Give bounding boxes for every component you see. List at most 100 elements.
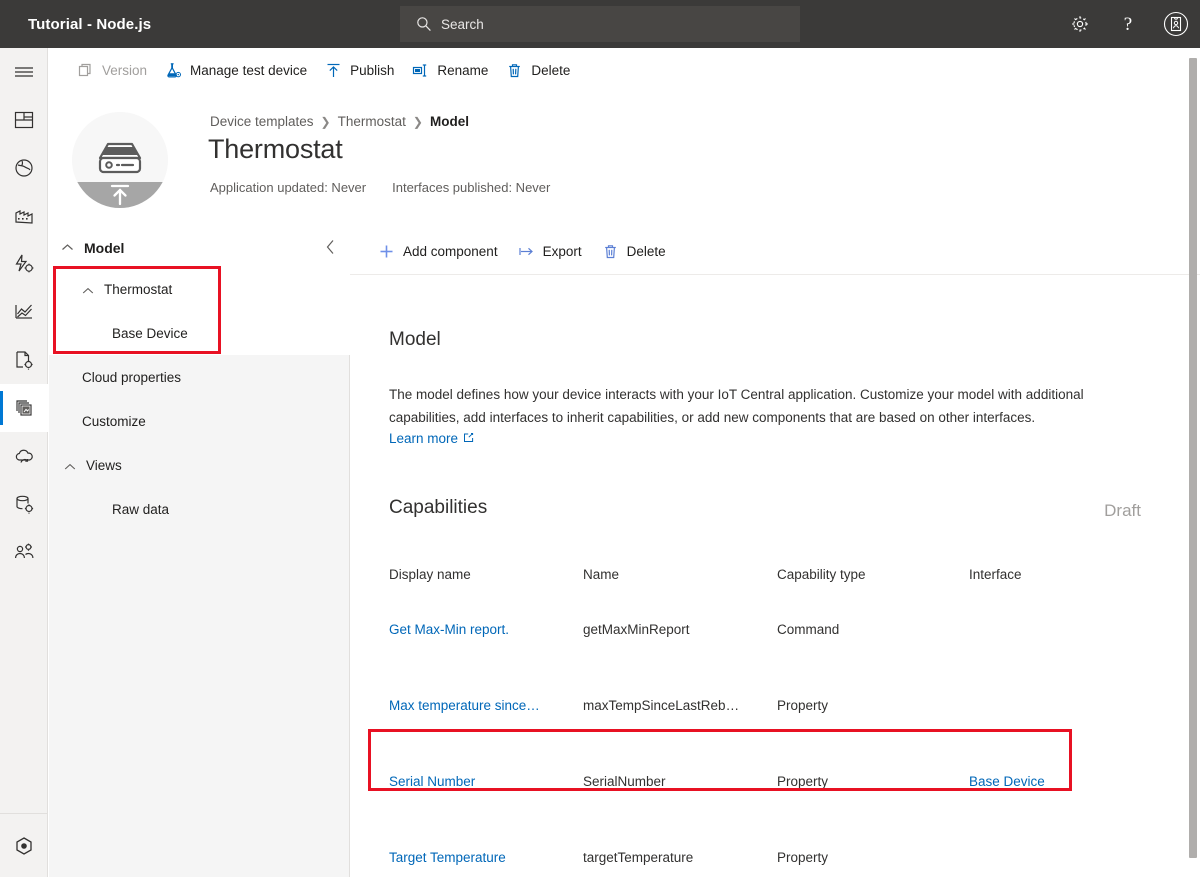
tree-node-label: Cloud properties [82,370,181,385]
chevron-up-icon[interactable] [82,283,94,295]
help-question-icon[interactable]: ? [1104,0,1152,48]
scrollbar-thumb[interactable] [1189,58,1197,858]
device-groups-icon [13,205,35,227]
table-row[interactable]: Max temperature since… maxTempSinceLastR… [389,667,1159,743]
learn-more-label: Learn more [389,431,458,446]
app-title: Tutorial - Node.js [28,16,151,33]
manage-test-device-button[interactable]: Manage test device [165,48,307,92]
rules-icon [13,253,35,275]
content-command-bar: Add component Export Delete [350,228,1200,275]
version-button[interactable]: Version [77,48,147,92]
delete-button[interactable]: Delete [506,48,570,92]
cell-interface[interactable]: Base Device [969,774,1149,789]
sidebar-item-analytics[interactable] [0,288,48,336]
cell-display-name[interactable]: Max temperature since… [389,698,583,713]
search-input[interactable]: Search [400,6,800,42]
sidebar-item-dashboard[interactable] [0,96,48,144]
breadcrumb-item-model[interactable]: Model [430,114,469,129]
rename-button[interactable]: Rename [412,48,488,92]
meta-interfaces-published: Interfaces published: Never [392,180,550,195]
data-icon [13,493,35,515]
sidebar-item-jobs[interactable] [0,336,48,384]
sidebar-item-device-templates[interactable] [0,384,48,432]
sidebar-item-data-export[interactable] [0,432,48,480]
export-button[interactable]: Export [518,228,582,275]
breadcrumb-chevron-icon: ❯ [321,115,331,129]
chevron-up-icon[interactable] [64,459,76,471]
table-header-row: Display name Name Capability type Interf… [389,557,1159,591]
version-label: Version [102,63,147,78]
help-glyph: ? [1124,15,1132,34]
chevron-left-icon[interactable] [326,239,336,260]
search-placeholder-text: Search [441,17,484,32]
tree-node-views[interactable]: Views [49,443,350,487]
cell-display-name[interactable]: Target Temperature [389,850,583,865]
breadcrumb-item-thermostat[interactable]: Thermostat [338,114,406,129]
page-meta: Application updated: Never Interfaces pu… [210,180,550,195]
settings-gear-icon[interactable] [1056,0,1104,48]
flask-icon [165,62,182,79]
app-cube-icon[interactable] [0,813,48,877]
account-badge-icon[interactable] [1152,0,1200,48]
dashboard-icon [13,109,35,131]
tree-node-base-device[interactable]: Base Device [49,311,350,355]
cell-display-name[interactable]: Get Max-Min report. [389,622,583,637]
vertical-scrollbar[interactable] [1189,48,1197,868]
breadcrumb-chevron-icon: ❯ [413,115,423,129]
tree-node-label: Base Device [112,326,188,341]
cell-name: getMaxMinReport [583,622,777,637]
tree-node-label: Raw data [112,502,169,517]
table-row[interactable]: Get Max-Min report. getMaxMinReport Comm… [389,591,1159,667]
sidebar-item-data[interactable] [0,480,48,528]
cell-display-name[interactable]: Serial Number [389,774,583,789]
publish-up-arrow-icon [325,62,342,79]
analytics-icon [13,301,35,323]
tree-node-customize[interactable]: Customize [49,399,350,443]
cell-capability-type: Property [777,774,969,789]
trash-icon [506,62,523,79]
data-export-icon [13,445,35,467]
content-scroll-area: Model The model defines how your device … [350,275,1200,877]
rename-label: Rename [437,63,488,78]
device-templates-icon [13,397,35,419]
table-row[interactable]: Serial Number SerialNumber Property Base… [389,743,1159,819]
rename-icon [412,62,429,79]
column-header-interface: Interface [969,567,1149,582]
model-description: The model defines how your device intera… [389,383,1115,429]
sidebar-item-administration[interactable] [0,528,48,576]
device-template-avatar-icon [72,112,168,208]
publish-button[interactable]: Publish [325,48,394,92]
cell-capability-type: Command [777,622,969,637]
delete-label: Delete [531,63,570,78]
meta-application-updated: Application updated: Never [210,180,366,195]
hamburger-menu-icon[interactable] [0,48,48,96]
column-header-capability-type: Capability type [777,567,969,582]
tree-node-raw-data[interactable]: Raw data [49,487,350,531]
export-arrow-icon [518,243,535,260]
sidebar-item-devices[interactable] [0,144,48,192]
tree-node-thermostat[interactable]: Thermostat [49,267,350,311]
jobs-icon [13,349,35,371]
command-bar: Version Manage test device Publish Renam… [49,48,1200,92]
chevron-up-icon[interactable] [61,239,74,257]
app-root: Tutorial - Node.js Search ? [0,0,1200,877]
capabilities-table: Display name Name Capability type Interf… [389,557,1159,877]
add-component-button[interactable]: Add component [378,228,498,275]
breadcrumb: Device templates ❯ Thermostat ❯ Model [210,114,469,129]
export-label: Export [543,244,582,259]
learn-more-link[interactable]: Learn more [389,431,474,446]
column-header-name: Name [583,567,777,582]
capabilities-title: Capabilities [389,497,487,519]
sidebar-item-rules[interactable] [0,240,48,288]
model-tree-header[interactable]: Model [49,228,350,267]
breadcrumb-item-device-templates[interactable]: Device templates [210,114,314,129]
administration-icon [13,541,35,563]
tree-node-cloud-properties[interactable]: Cloud properties [49,355,350,399]
delete-component-button[interactable]: Delete [602,228,666,275]
column-header-display-name: Display name [389,567,583,582]
sidebar-item-device-groups[interactable] [0,192,48,240]
table-row[interactable]: Target Temperature targetTemperature Pro… [389,819,1159,877]
devices-icon [13,157,35,179]
model-section-title: Model [389,329,441,351]
tree-node-label: Views [86,458,122,473]
